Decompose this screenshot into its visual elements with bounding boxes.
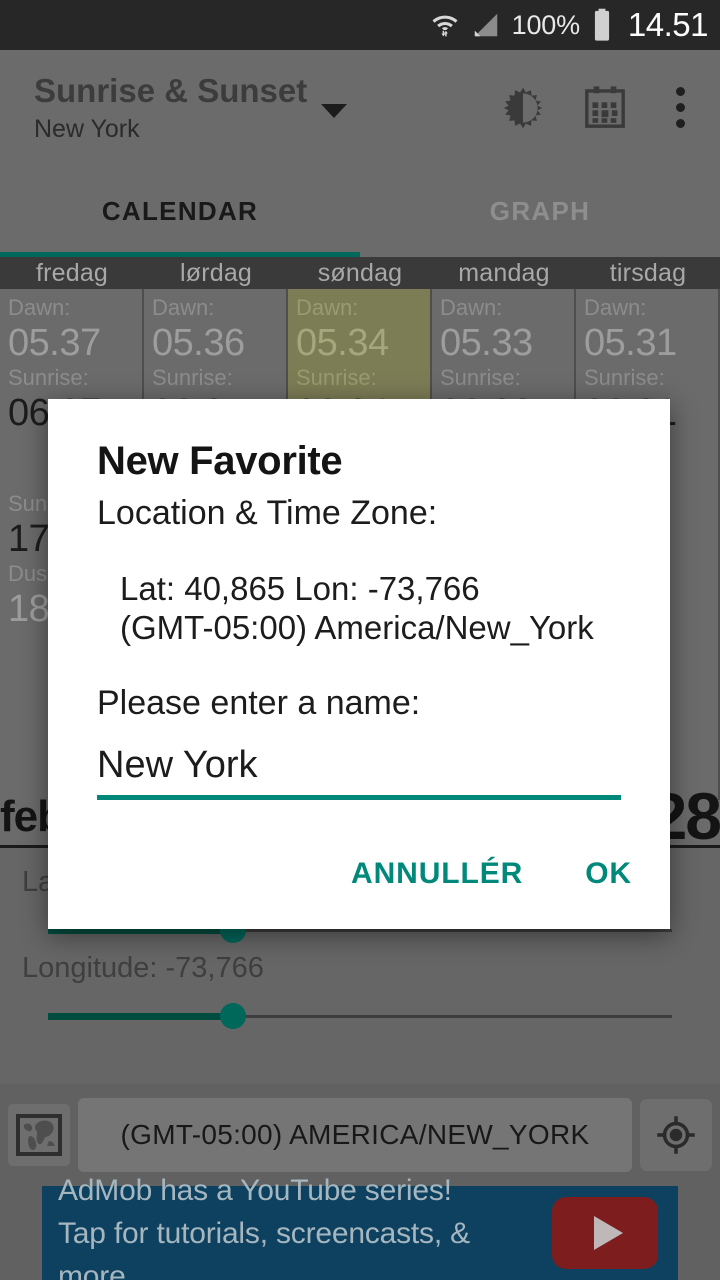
coords-line-1: Lat: 40,865 Lon: -73,766	[120, 570, 480, 607]
name-input-field[interactable]: New York	[97, 744, 621, 800]
coords-line-2: (GMT-05:00) America/New_York	[120, 609, 594, 646]
app-screen: 100% 14.51 Sunrise & Sunset New York CAL…	[0, 0, 720, 1280]
new-favorite-dialog: New Favorite Location & Time Zone: Lat: …	[48, 399, 670, 929]
dialog-subtitle: Location & Time Zone:	[97, 494, 438, 532]
name-input-value[interactable]: New York	[97, 744, 621, 795]
dialog-title: New Favorite	[97, 439, 343, 483]
dialog-coordinates: Lat: 40,865 Lon: -73,766 (GMT-05:00) Ame…	[120, 569, 594, 647]
ok-button[interactable]: OK	[575, 851, 642, 897]
dialog-actions: ANNULLÉR OK	[341, 851, 642, 897]
dialog-prompt: Please enter a name:	[97, 684, 421, 722]
cancel-button[interactable]: ANNULLÉR	[341, 851, 533, 897]
name-input-underline	[97, 795, 621, 800]
